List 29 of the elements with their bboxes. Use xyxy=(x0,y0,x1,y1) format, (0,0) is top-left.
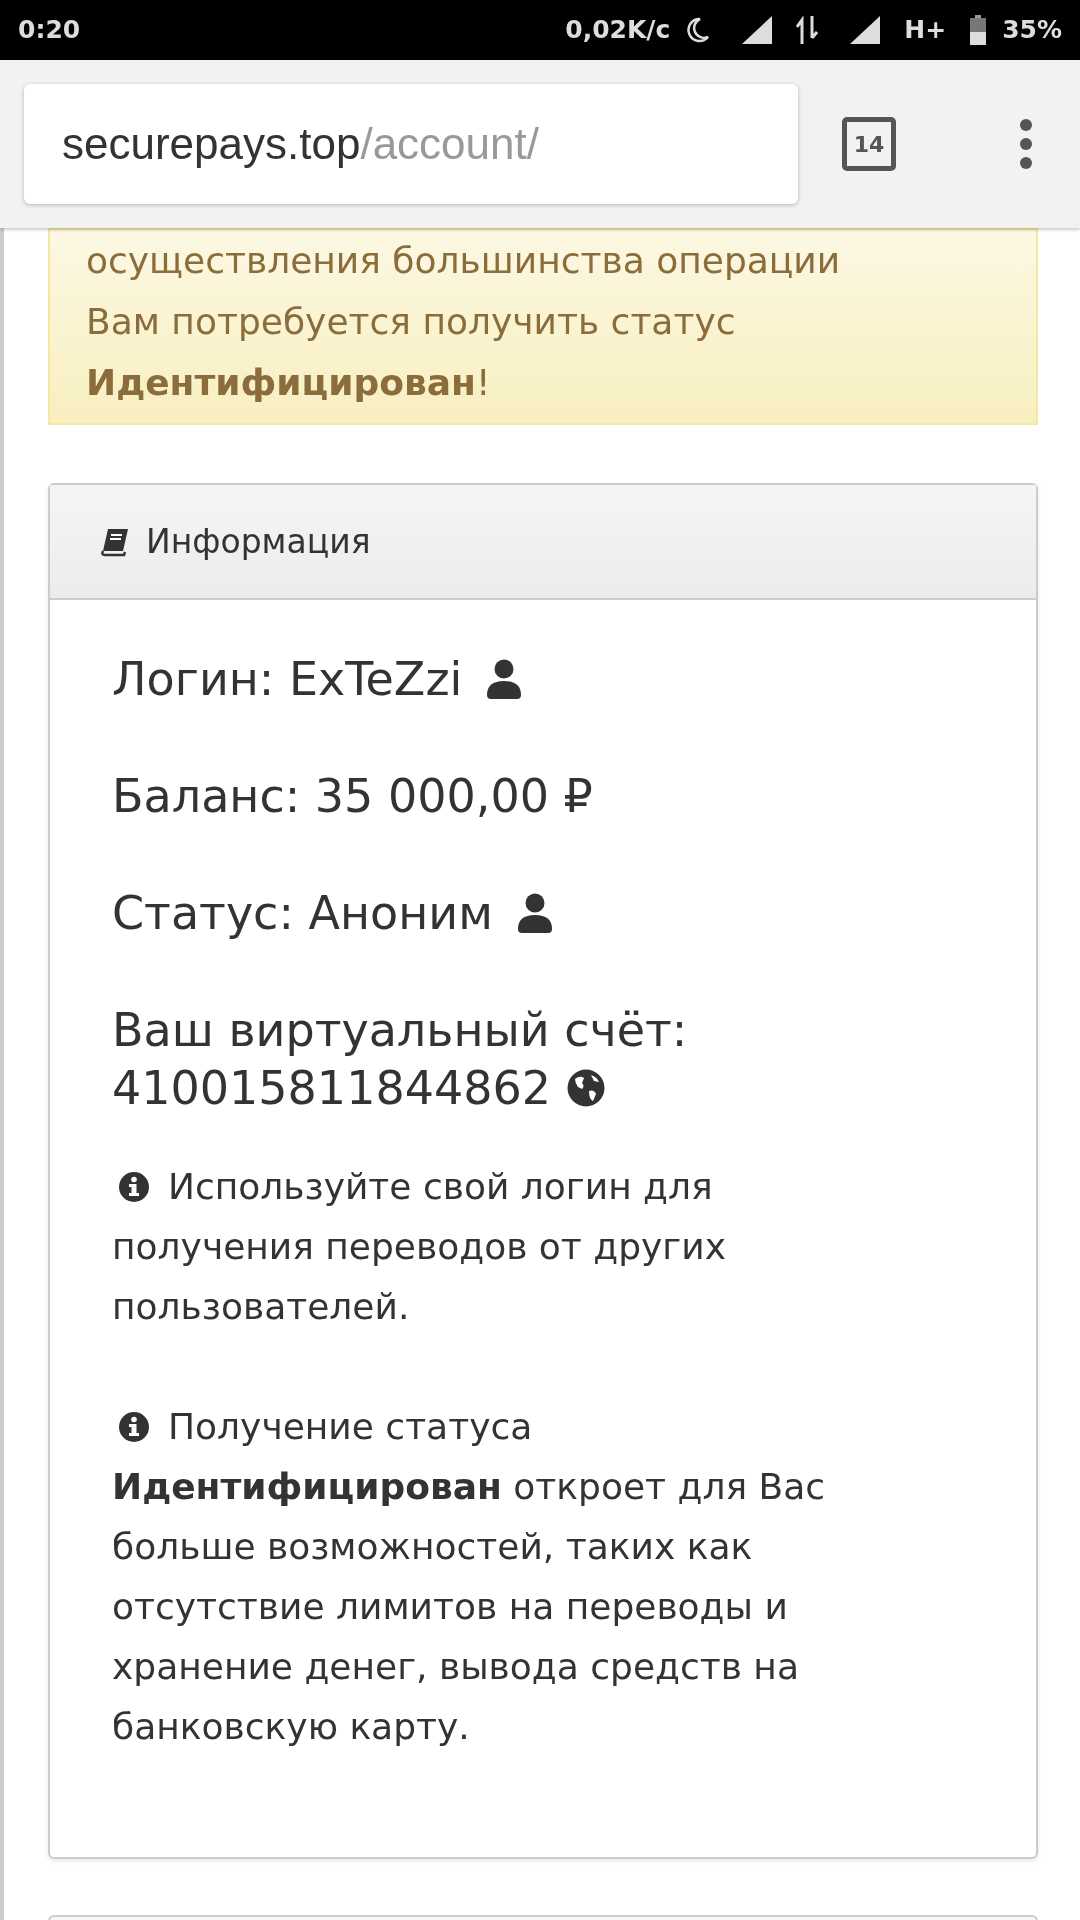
info-field: 410015811844862 xyxy=(112,1059,551,1117)
user-icon xyxy=(486,659,523,699)
info-note-line: Получение статуса xyxy=(168,1405,533,1449)
menu-icon xyxy=(1020,119,1032,169)
signal-icon xyxy=(850,16,881,44)
moon-icon xyxy=(686,17,711,43)
info-field: Логин: ExTeZzi xyxy=(112,650,463,708)
info-note-text: получения переводов от других пользователей. xyxy=(112,1225,727,1329)
alert-message: осуществления большинства операции Вам потребуется получить статус Идентифицирован! xyxy=(86,239,842,405)
network-type: H+ xyxy=(904,14,947,47)
info-field: Статус: Аноним xyxy=(112,884,493,942)
info-icon xyxy=(118,1171,150,1203)
address-bar[interactable]: securepays.top/account/ xyxy=(24,84,798,204)
status-time: 0:20 xyxy=(18,14,81,47)
signal-icon xyxy=(742,16,773,44)
info-field-label: Ваш виртуальный счёт: xyxy=(112,1002,689,1059)
info-note-text: Идентифицирован откроет для Вас больше возможностей, таких как отсутствие лимитов на переводы и хранение денег, вывода средств на банковскую карту. xyxy=(112,1465,827,1749)
info-field: Баланс: 35 000,00 ₽ xyxy=(112,767,593,825)
data-arrows-icon xyxy=(796,16,819,44)
user-icon xyxy=(516,893,553,933)
network-speed: 0,02K/c xyxy=(565,14,671,47)
battery-icon xyxy=(970,15,987,45)
tab-count-button[interactable]: 14 xyxy=(842,117,896,171)
globe-icon xyxy=(567,1069,605,1107)
card-title: Информация xyxy=(146,520,371,563)
book-icon xyxy=(100,526,130,557)
info-note-line: Используйте свой логин для xyxy=(168,1165,713,1209)
info-icon xyxy=(118,1411,150,1443)
battery-percent: 35% xyxy=(1002,14,1062,47)
